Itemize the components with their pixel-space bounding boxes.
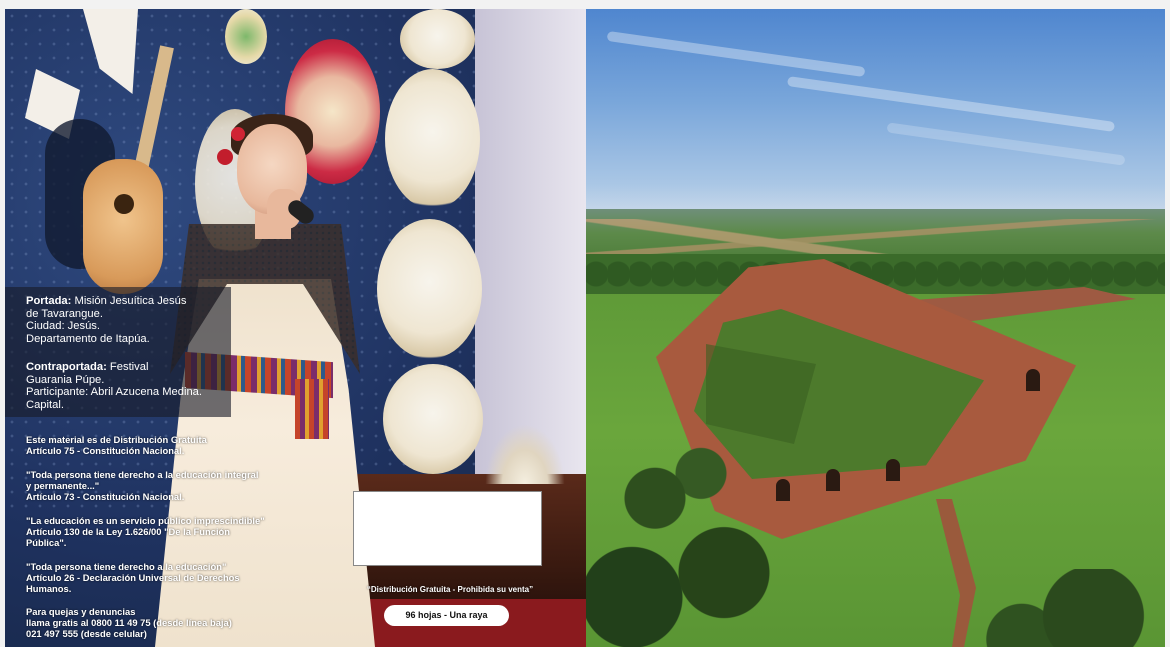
caption-text: Misión Jesuítica Jesús	[74, 295, 187, 307]
legal-line: Humanos.	[26, 583, 72, 595]
back-cover: Portada: Misión Jesuítica Jesús de Tavar…	[5, 9, 586, 647]
guitar	[83, 159, 163, 294]
pampas-plant	[485, 424, 565, 484]
legal-line: Pública".	[26, 537, 67, 549]
foreground-tree	[586, 399, 816, 647]
caption-text: de Tavarangue.	[26, 307, 103, 320]
caption-text: Capital.	[26, 398, 64, 411]
distribution-note: “Distribución Gratuita - Prohibida su ve…	[366, 585, 534, 594]
legal-line: Artículo 130 de la Ley 1.626/00 "De la F…	[26, 526, 231, 538]
ruin-arch	[886, 459, 900, 481]
ruin-arch	[1026, 369, 1040, 391]
caption-text: Guarania Púpe.	[26, 373, 105, 386]
decorative-plaque	[225, 9, 267, 64]
legal-line: Artículo 75 - Constitución Nacional.	[26, 445, 185, 457]
caption-text: Festival	[109, 361, 149, 373]
front-cover	[586, 9, 1165, 647]
legal-line: "La educación es un servicio público imp…	[26, 515, 265, 526]
caption-label: Portada:	[26, 295, 72, 307]
straw-hat	[377, 219, 482, 359]
legal-line: llama gratis al 0800 11 49 75 (desde lín…	[26, 617, 232, 629]
legal-block-law1626: "La educación es un servicio público imp…	[26, 515, 265, 549]
legal-line: Artículo 26 - Declaración Universal de D…	[26, 572, 240, 584]
caption-text: Participante: Abril Azucena Medina.	[26, 386, 202, 399]
legal-block-art73: "Toda persona tiene derecho a la educaci…	[26, 469, 258, 503]
legal-line: y permanente..."	[26, 480, 100, 492]
hair-flower	[217, 149, 233, 165]
pages-badge: 96 hojas - Una raya	[384, 605, 509, 626]
woven-sash-tail	[295, 379, 329, 439]
barcode-placeholder	[353, 491, 542, 566]
ruin-arch	[826, 469, 840, 491]
back-cover-caption: Contraportada: Festival Guarania Púpe. P…	[26, 361, 231, 411]
legal-block-udhr: "Toda persona tiene derecho a la educaci…	[26, 561, 240, 595]
hair-flower	[231, 127, 245, 141]
caption-text: Ciudad: Jesús.	[26, 320, 101, 333]
foreground-tree	[986, 569, 1165, 647]
legal-line: "Toda persona tiene derecho a la educaci…	[26, 561, 227, 572]
straw-hat	[383, 364, 483, 474]
legal-line: Para quejas y denuncias	[26, 606, 136, 617]
legal-line: Artículo 73 - Constitución Nacional.	[26, 491, 185, 503]
cover-caption: Portada: Misión Jesuítica Jesús de Tavar…	[26, 295, 226, 345]
guitar-soundhole	[114, 194, 134, 214]
straw-hat	[385, 69, 480, 209]
legal-block-complaints: Para quejas y denuncias llama gratis al …	[26, 606, 232, 640]
caption-text: Departamento de Itapúa.	[26, 332, 150, 345]
legal-block-distribution: Este material es de Distribución Gratuit…	[26, 434, 207, 456]
caption-label: Contraportada:	[26, 361, 107, 373]
legal-line: 021 497 555 (desde celular)	[26, 628, 147, 640]
legal-line: "Toda persona tiene derecho a la educaci…	[26, 469, 259, 480]
legal-line: Este material es de Distribución Gratuit…	[26, 434, 207, 445]
straw-hat	[400, 9, 475, 69]
